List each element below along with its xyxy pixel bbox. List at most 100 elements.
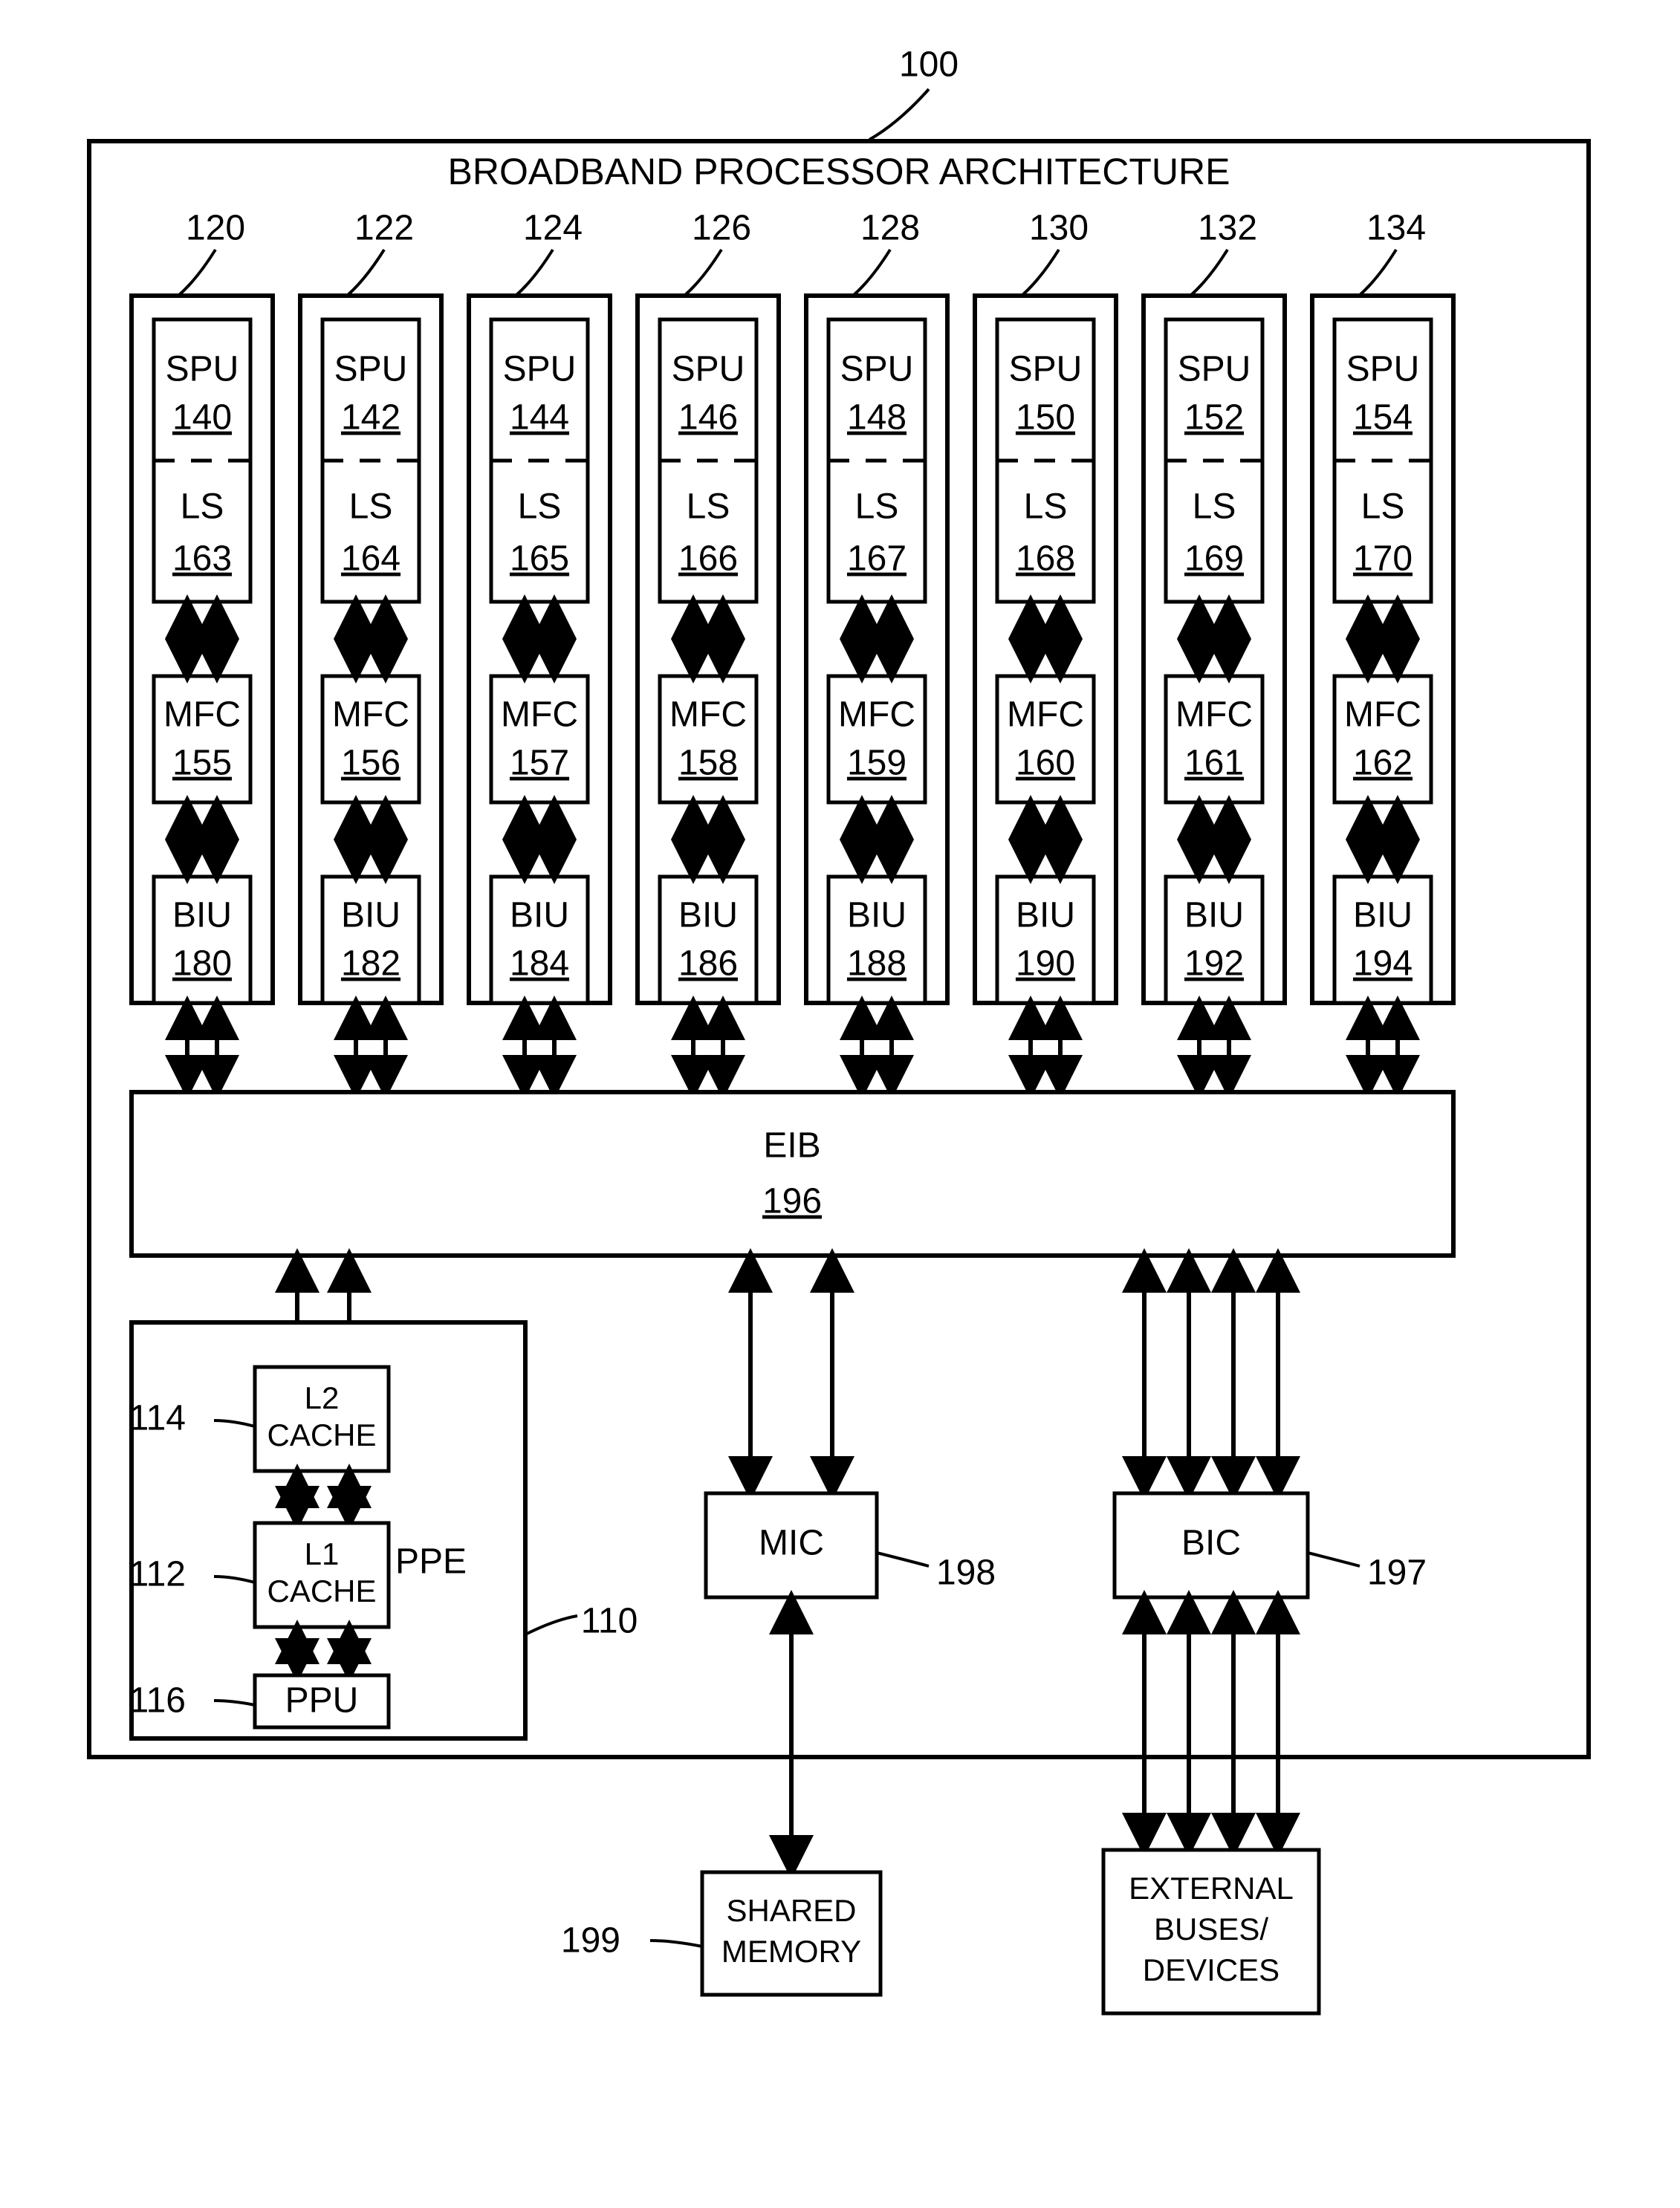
svg-text:BIU: BIU [510,896,569,935]
svg-text:EXTERNAL: EXTERNAL [1129,1871,1294,1906]
svg-text:134: 134 [1366,209,1426,248]
svg-text:190: 190 [1016,944,1075,984]
svg-text:154: 154 [1353,398,1413,438]
svg-text:158: 158 [678,744,738,783]
svg-text:165: 165 [510,539,569,579]
svg-text:188: 188 [847,944,907,984]
svg-text:LS: LS [687,487,730,527]
svg-text:128: 128 [860,209,920,248]
svg-text:162: 162 [1353,744,1413,783]
svg-text:142: 142 [341,398,400,438]
svg-text:170: 170 [1353,539,1413,579]
eib-ref: 196 [762,1182,822,1221]
svg-text:198: 198 [936,1553,996,1593]
svg-text:SPU: SPU [672,350,745,389]
svg-text:116: 116 [129,1681,186,1721]
svg-text:146: 146 [678,398,738,438]
svg-text:120: 120 [186,209,245,248]
outer-ref-label: 100 [899,45,959,85]
svg-text:124: 124 [523,209,583,248]
svg-text:180: 180 [172,944,232,984]
svg-text:LS: LS [518,487,562,527]
svg-text:148: 148 [847,398,907,438]
svg-text:150: 150 [1016,398,1075,438]
svg-text:LS: LS [1193,487,1236,527]
svg-text:SPU: SPU [503,350,577,389]
svg-text:DEVICES: DEVICES [1143,1952,1280,1987]
svg-text:159: 159 [847,744,907,783]
eib-label: EIB [763,1126,820,1166]
svg-text:110: 110 [581,1602,638,1641]
architecture-diagram: 100 BROADBAND PROCESSOR ARCHITECTURE 120… [0,0,1680,2208]
svg-text:SPU: SPU [1009,350,1083,389]
svg-text:194: 194 [1353,944,1413,984]
svg-text:MFC: MFC [1007,695,1084,735]
external-buses-block: EXTERNAL BUSES/ DEVICES [1103,1850,1319,2013]
svg-text:BIU: BIU [172,896,232,935]
svg-text:MIC: MIC [759,1524,824,1563]
svg-text:BUSES/: BUSES/ [1154,1912,1268,1946]
svg-text:SPU: SPU [1346,350,1420,389]
svg-text:LS: LS [1361,487,1405,527]
svg-text:SPU: SPU [840,350,914,389]
svg-text:SHARED: SHARED [726,1893,856,1928]
svg-text:SPU: SPU [1178,350,1251,389]
svg-text:163: 163 [172,539,232,579]
svg-text:L1: L1 [305,1536,340,1571]
svg-text:199: 199 [561,1921,620,1961]
svg-text:L2: L2 [305,1380,340,1415]
shared-memory-block: SHARED MEMORY 199 [561,1872,880,1995]
svg-text:130: 130 [1029,209,1089,248]
svg-text:169: 169 [1184,539,1244,579]
svg-text:PPU: PPU [285,1681,359,1721]
svg-text:160: 160 [1016,744,1075,783]
svg-text:157: 157 [510,744,569,783]
svg-text:132: 132 [1198,209,1257,248]
svg-text:126: 126 [692,209,751,248]
svg-text:MFC: MFC [163,695,241,735]
svg-text:MFC: MFC [838,695,915,735]
svg-text:LS: LS [181,487,224,527]
svg-text:186: 186 [678,944,738,984]
svg-text:LS: LS [349,487,393,527]
svg-text:MFC: MFC [1344,695,1421,735]
svg-text:152: 152 [1184,398,1244,438]
svg-text:CACHE: CACHE [267,1574,376,1608]
svg-text:BIU: BIU [847,896,907,935]
svg-text:MFC: MFC [669,695,747,735]
svg-text:MFC: MFC [332,695,409,735]
svg-text:161: 161 [1184,744,1244,783]
svg-text:156: 156 [341,744,400,783]
svg-text:BIU: BIU [341,896,400,935]
svg-text:SPU: SPU [166,350,239,389]
bpa-title: BROADBAND PROCESSOR ARCHITECTURE [448,151,1230,192]
svg-text:114: 114 [129,1399,186,1438]
svg-text:112: 112 [129,1555,186,1594]
svg-text:CACHE: CACHE [267,1418,376,1452]
svg-text:197: 197 [1367,1553,1427,1593]
svg-text:BIU: BIU [678,896,738,935]
svg-text:MEMORY: MEMORY [721,1934,861,1969]
svg-text:PPE: PPE [395,1542,467,1582]
svg-text:184: 184 [510,944,569,984]
svg-text:BIU: BIU [1184,896,1244,935]
svg-text:LS: LS [855,487,899,527]
svg-text:192: 192 [1184,944,1244,984]
eib-box [132,1092,1453,1256]
svg-text:167: 167 [847,539,907,579]
svg-text:BIU: BIU [1016,896,1075,935]
svg-text:155: 155 [172,744,232,783]
svg-text:166: 166 [678,539,738,579]
svg-text:182: 182 [341,944,400,984]
svg-text:MFC: MFC [501,695,578,735]
svg-text:164: 164 [341,539,400,579]
svg-text:BIC: BIC [1181,1524,1241,1563]
svg-text:SPU: SPU [334,350,408,389]
svg-text:140: 140 [172,398,232,438]
svg-text:LS: LS [1024,487,1068,527]
svg-text:122: 122 [354,209,414,248]
svg-text:MFC: MFC [1175,695,1253,735]
svg-text:144: 144 [510,398,569,438]
svg-text:BIU: BIU [1353,896,1413,935]
svg-text:168: 168 [1016,539,1075,579]
